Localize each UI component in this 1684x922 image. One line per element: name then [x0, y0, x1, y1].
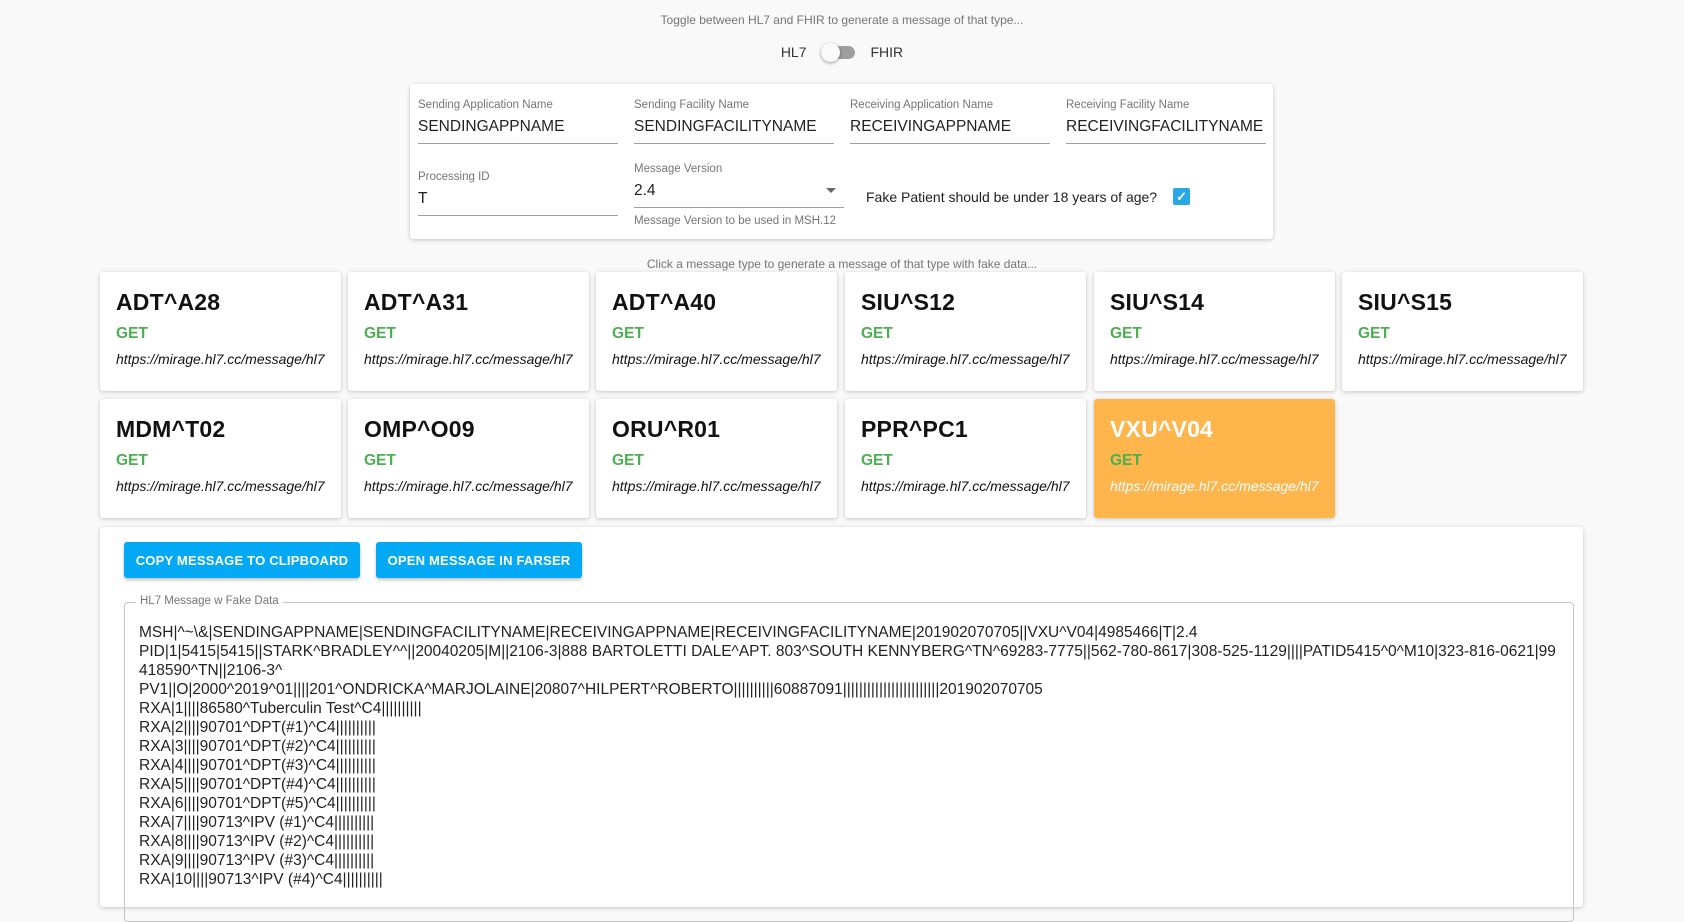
card-title: ADT^A31: [364, 289, 469, 315]
hl7-label: HL7: [780, 44, 807, 60]
message-line-rxa: RXA|8||||90713^IPV (#2)^C4||||||||||: [139, 833, 375, 850]
message-line-rxa: RXA|6||||90701^DPT(#5)^C4||||||||||: [139, 795, 376, 812]
message-line-rxa: RXA|10||||90713^IPV (#4)^C4||||||||||: [139, 871, 383, 888]
receiving-facility-label: Receiving Facility Name: [1066, 99, 1190, 111]
card-method: GET: [364, 452, 396, 469]
message-type-card[interactable]: PPR^PC1 GET https://mirage.hl7.cc/messag…: [845, 399, 1086, 518]
card-method: GET: [612, 325, 644, 342]
message-line-rxa: RXA|7||||90713^IPV (#1)^C4||||||||||: [139, 814, 375, 831]
card-title: PPR^PC1: [861, 416, 968, 442]
card-url: https://mirage.hl7.cc/message/hl7: [364, 351, 573, 367]
hl7-message-label: HL7 Message w Fake Data: [136, 595, 283, 607]
under18-row: Fake Patient should be under 18 years of…: [866, 188, 1191, 205]
card-url: https://mirage.hl7.cc/message/hl7: [861, 478, 1070, 494]
receiving-facility-field[interactable]: Receiving Facility Name RECEIVINGFACILIT…: [1066, 99, 1266, 144]
receiving-app-field[interactable]: Receiving Application Name RECEIVINGAPPN…: [850, 99, 1050, 144]
message-line-rxa: RXA|9||||90713^IPV (#3)^C4||||||||||: [139, 852, 375, 869]
hl7-message-textarea[interactable]: HL7 Message w Fake Data MSH|^~\&|SENDING…: [124, 595, 1574, 922]
sending-app-field[interactable]: Sending Application Name SENDINGAPPNAME: [418, 99, 618, 144]
message-line-rxa: RXA|4||||90701^DPT(#3)^C4||||||||||: [139, 757, 376, 774]
card-title: ORU^R01: [612, 416, 721, 442]
processing-id-label: Processing ID: [418, 171, 490, 183]
sending-facility-input[interactable]: SENDINGFACILITYNAME: [634, 118, 834, 144]
under18-label: Fake Patient should be under 18 years of…: [866, 188, 1158, 205]
hl7-message-content: MSH|^~\&|SENDINGAPPNAME|SENDINGFACILITYN…: [139, 623, 1559, 889]
message-version-helper: Message Version to be used in MSH.12: [634, 215, 837, 227]
sending-facility-field[interactable]: Sending Facility Name SENDINGFACILITYNAM…: [634, 99, 834, 144]
message-line-rxa: RXA|2||||90701^DPT(#1)^C4||||||||||: [139, 719, 376, 736]
message-line-rxa: RXA|5||||90701^DPT(#4)^C4||||||||||: [139, 776, 376, 793]
toggle-hint: Toggle between HL7 and FHIR to generate …: [660, 13, 1024, 27]
format-toggle-row: HL7 FHIR: [0, 42, 1684, 62]
card-title: SIU^S14: [1110, 289, 1205, 315]
settings-card: Sending Application Name SENDINGAPPNAME …: [410, 84, 1273, 239]
receiving-facility-input[interactable]: RECEIVINGFACILITYNAME: [1066, 118, 1266, 144]
message-version-label: Message Version: [634, 163, 723, 175]
card-method: GET: [612, 452, 644, 469]
message-line-rxa: RXA|3||||90701^DPT(#2)^C4||||||||||: [139, 738, 376, 755]
message-line-rxa: RXA|1||||86580^Tuberculin Test^C4|||||||…: [139, 700, 422, 717]
processing-id-input[interactable]: T: [418, 190, 618, 216]
processing-id-field[interactable]: Processing ID T: [418, 171, 618, 216]
message-line-pv1: PV1||O|2000^2019^01||||201^ONDRICKA^MARJ…: [139, 681, 1043, 698]
card-url: https://mirage.hl7.cc/message/hl7: [1358, 351, 1567, 367]
fhir-label: FHIR: [870, 44, 904, 60]
checkmark-icon: ✓: [1176, 189, 1188, 204]
sending-app-input[interactable]: SENDINGAPPNAME: [418, 118, 618, 144]
card-url: https://mirage.hl7.cc/message/hl7: [116, 351, 325, 367]
output-panel: COPY MESSAGE TO CLIPBOARD OPEN MESSAGE I…: [100, 527, 1583, 922]
card-url: https://mirage.hl7.cc/message/hl7: [1110, 351, 1319, 367]
under18-checkbox[interactable]: ✓: [1173, 188, 1191, 205]
card-title: MDM^T02: [116, 416, 226, 442]
card-url: https://mirage.hl7.cc/message/hl7: [1110, 478, 1319, 494]
message-line-pid: PID|1|5415|5415||STARK^BRADLEY^^||200402…: [139, 643, 1556, 679]
card-title: VXU^V04: [1110, 416, 1214, 442]
message-type-card[interactable]: ADT^A28 GET https://mirage.hl7.cc/messag…: [100, 272, 341, 391]
card-method: GET: [116, 325, 148, 342]
message-type-card[interactable]: SIU^S15 GET https://mirage.hl7.cc/messag…: [1342, 272, 1583, 391]
card-title: SIU^S15: [1358, 289, 1453, 315]
message-type-hint: Click a message type to generate a messa…: [646, 257, 1038, 271]
message-type-card[interactable]: SIU^S14 GET https://mirage.hl7.cc/messag…: [1094, 272, 1335, 391]
copy-to-clipboard-button[interactable]: COPY MESSAGE TO CLIPBOARD: [124, 542, 360, 578]
message-type-card[interactable]: SIU^S12 GET https://mirage.hl7.cc/messag…: [845, 272, 1086, 391]
card-url: https://mirage.hl7.cc/message/hl7: [364, 478, 573, 494]
receiving-app-label: Receiving Application Name: [850, 99, 994, 111]
card-title: SIU^S12: [861, 289, 956, 315]
chevron-down-icon[interactable]: [826, 188, 836, 193]
card-method: GET: [1110, 452, 1142, 469]
card-url: https://mirage.hl7.cc/message/hl7: [116, 478, 325, 494]
message-type-card[interactable]: OMP^O09 GET https://mirage.hl7.cc/messag…: [348, 399, 589, 518]
receiving-app-input[interactable]: RECEIVINGAPPNAME: [850, 118, 1050, 144]
card-title: ADT^A40: [612, 289, 717, 315]
message-version-select[interactable]: 2.4: [634, 182, 844, 208]
message-type-card[interactable]: ADT^A31 GET https://mirage.hl7.cc/messag…: [348, 272, 589, 391]
card-method: GET: [1110, 325, 1142, 342]
message-type-card[interactable]: ADT^A40 GET https://mirage.hl7.cc/messag…: [596, 272, 837, 391]
message-type-card-selected[interactable]: VXU^V04 GET https://mirage.hl7.cc/messag…: [1094, 399, 1335, 518]
card-url: https://mirage.hl7.cc/message/hl7: [612, 478, 821, 494]
sending-facility-label: Sending Facility Name: [634, 99, 750, 111]
message-version-value: 2.4: [634, 182, 656, 199]
switch-thumb[interactable]: [820, 43, 840, 62]
open-in-farser-button[interactable]: OPEN MESSAGE IN FARSER: [376, 542, 582, 578]
card-method: GET: [116, 452, 148, 469]
message-type-card[interactable]: MDM^T02 GET https://mirage.hl7.cc/messag…: [100, 399, 341, 518]
card-method: GET: [1358, 325, 1390, 342]
format-switch[interactable]: [820, 42, 857, 62]
card-title: OMP^O09: [364, 416, 475, 442]
card-url: https://mirage.hl7.cc/message/hl7: [612, 351, 821, 367]
card-method: GET: [861, 452, 893, 469]
card-title: ADT^A28: [116, 289, 221, 315]
sending-app-label: Sending Application Name: [418, 99, 553, 111]
card-method: GET: [861, 325, 893, 342]
message-line-msh: MSH|^~\&|SENDINGAPPNAME|SENDINGFACILITYN…: [139, 624, 1198, 641]
message-version-field[interactable]: Message Version 2.4 Message Version to b…: [634, 163, 844, 227]
card-method: GET: [364, 325, 396, 342]
message-type-card[interactable]: ORU^R01 GET https://mirage.hl7.cc/messag…: [596, 399, 837, 518]
card-url: https://mirage.hl7.cc/message/hl7: [861, 351, 1070, 367]
